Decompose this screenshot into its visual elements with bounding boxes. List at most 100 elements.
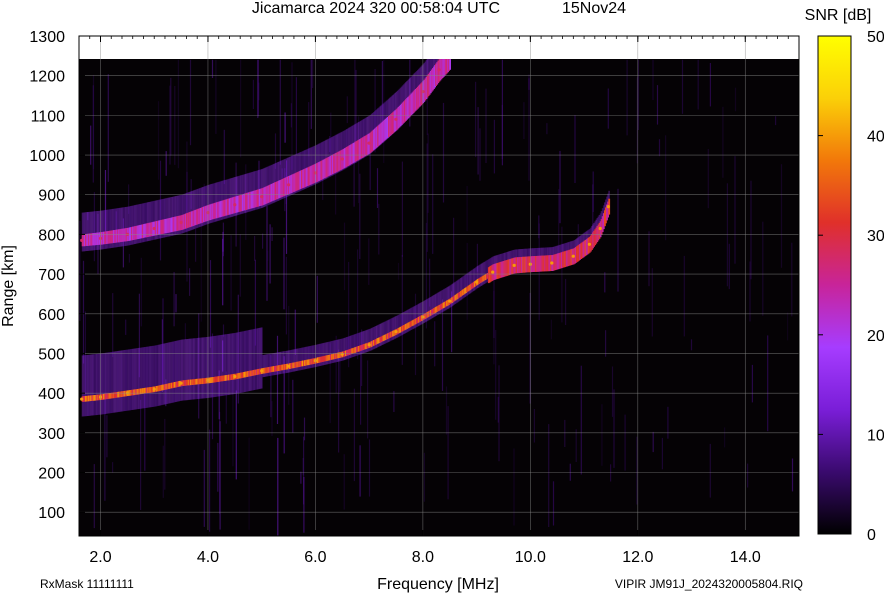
noise-streak [728, 243, 730, 290]
noise-streak [346, 96, 348, 124]
noise-streak [378, 203, 380, 255]
noise-streak [376, 168, 379, 208]
noise-streak [751, 364, 753, 403]
trace-point [598, 226, 602, 231]
y-tick-label: 200 [38, 466, 65, 483]
noise-streak [611, 366, 614, 417]
colorbar-tick-label: 20 [867, 328, 884, 345]
noise-streak [295, 77, 297, 155]
noise-streak [559, 150, 561, 224]
noise-streak [343, 454, 345, 510]
noise-streak [661, 437, 663, 470]
y-tick-label: 700 [38, 267, 65, 284]
noise-streak [546, 123, 548, 135]
rx-mask-label: RxMask 11111111 [40, 577, 134, 591]
y-tick-label: 900 [38, 188, 65, 205]
noise-streak [432, 154, 434, 254]
noise-streak [762, 221, 764, 316]
noise-streak [479, 128, 481, 181]
noise-streak [709, 63, 711, 107]
noise-streak [343, 222, 346, 291]
noise-streak [552, 481, 555, 526]
noise-streak [283, 237, 285, 310]
noise-streak [767, 335, 769, 432]
noise-streak [189, 268, 191, 296]
noise-streak [140, 257, 142, 327]
trace-point [260, 369, 264, 373]
colorbar-label: SNR [dB] [805, 7, 872, 24]
noise-streak [538, 215, 540, 239]
noise-streak [140, 399, 142, 510]
noise-streak [493, 275, 495, 338]
x-tick-label: 10.0 [515, 549, 546, 566]
noise-streak [222, 222, 224, 257]
trace-point [80, 397, 84, 401]
noise-streak [338, 349, 340, 453]
noise-streak [624, 414, 626, 471]
noise-streak [90, 125, 92, 165]
noise-streak [681, 59, 684, 114]
noise-streak [175, 294, 177, 313]
noise-streak [550, 319, 552, 340]
noise-streak [271, 401, 273, 437]
trace-point [491, 270, 495, 274]
noise-streak [157, 101, 160, 180]
noise-streak [262, 233, 264, 249]
noise-streak [665, 135, 667, 241]
noise-streak [209, 429, 211, 532]
trace-point [287, 364, 291, 368]
trace-point [179, 220, 183, 225]
noise-streak [442, 102, 445, 203]
noise-streak [610, 464, 612, 482]
noise-streak [401, 161, 403, 257]
noise-streak [617, 188, 619, 292]
noise-streak [574, 115, 576, 183]
noise-streak [189, 59, 192, 146]
noise-streak [423, 452, 425, 502]
noise-streak [235, 390, 237, 480]
noise-streak [219, 411, 221, 514]
y-tick-label: 800 [38, 227, 65, 244]
noise-streak [360, 349, 362, 425]
noise-streak [125, 319, 127, 335]
noise-streak [651, 268, 653, 337]
noise-streak [466, 186, 468, 232]
trace-point [550, 261, 554, 265]
y-tick-label: 1300 [29, 29, 65, 46]
noise-streak [564, 419, 566, 447]
trace-point [587, 242, 592, 246]
y-tick-label: 1200 [29, 69, 65, 86]
trace-point [367, 141, 371, 145]
noise-streak [112, 462, 114, 473]
noise-streak [565, 278, 567, 325]
ionogram-chart: Jicamarca 2024 320 00:58:04 UTC 15Nov24 … [0, 0, 884, 593]
chart-date: 15Nov24 [562, 0, 626, 17]
noise-streak [184, 323, 186, 341]
noise-streak [683, 255, 685, 337]
noise-streak [353, 162, 355, 207]
noise-streak [601, 404, 603, 466]
noise-streak [240, 59, 242, 158]
noise-streak [613, 389, 615, 468]
noise-streak [605, 330, 607, 357]
noise-streak [604, 272, 606, 293]
noise-streak [277, 437, 279, 536]
noise-streak [112, 293, 114, 357]
noise-streak [498, 365, 500, 462]
noise-streak [316, 275, 318, 323]
noise-streak [368, 439, 371, 497]
noise-streak [239, 234, 241, 297]
noise-streak [248, 437, 250, 530]
colorbar [817, 35, 852, 535]
trace-point [512, 263, 516, 267]
noise-streak [269, 224, 271, 284]
noise-streak [747, 463, 749, 488]
colorbar-tick-label: 0 [867, 527, 876, 544]
trace-point [287, 183, 291, 187]
noise-streak [648, 231, 650, 287]
noise-streak [652, 59, 654, 101]
noise-streak [707, 149, 709, 209]
noise-streak [397, 262, 400, 280]
x-tick-label: 8.0 [412, 549, 434, 566]
file-label: VIPIR JM91J_2024320005804.RIQ [615, 577, 803, 591]
